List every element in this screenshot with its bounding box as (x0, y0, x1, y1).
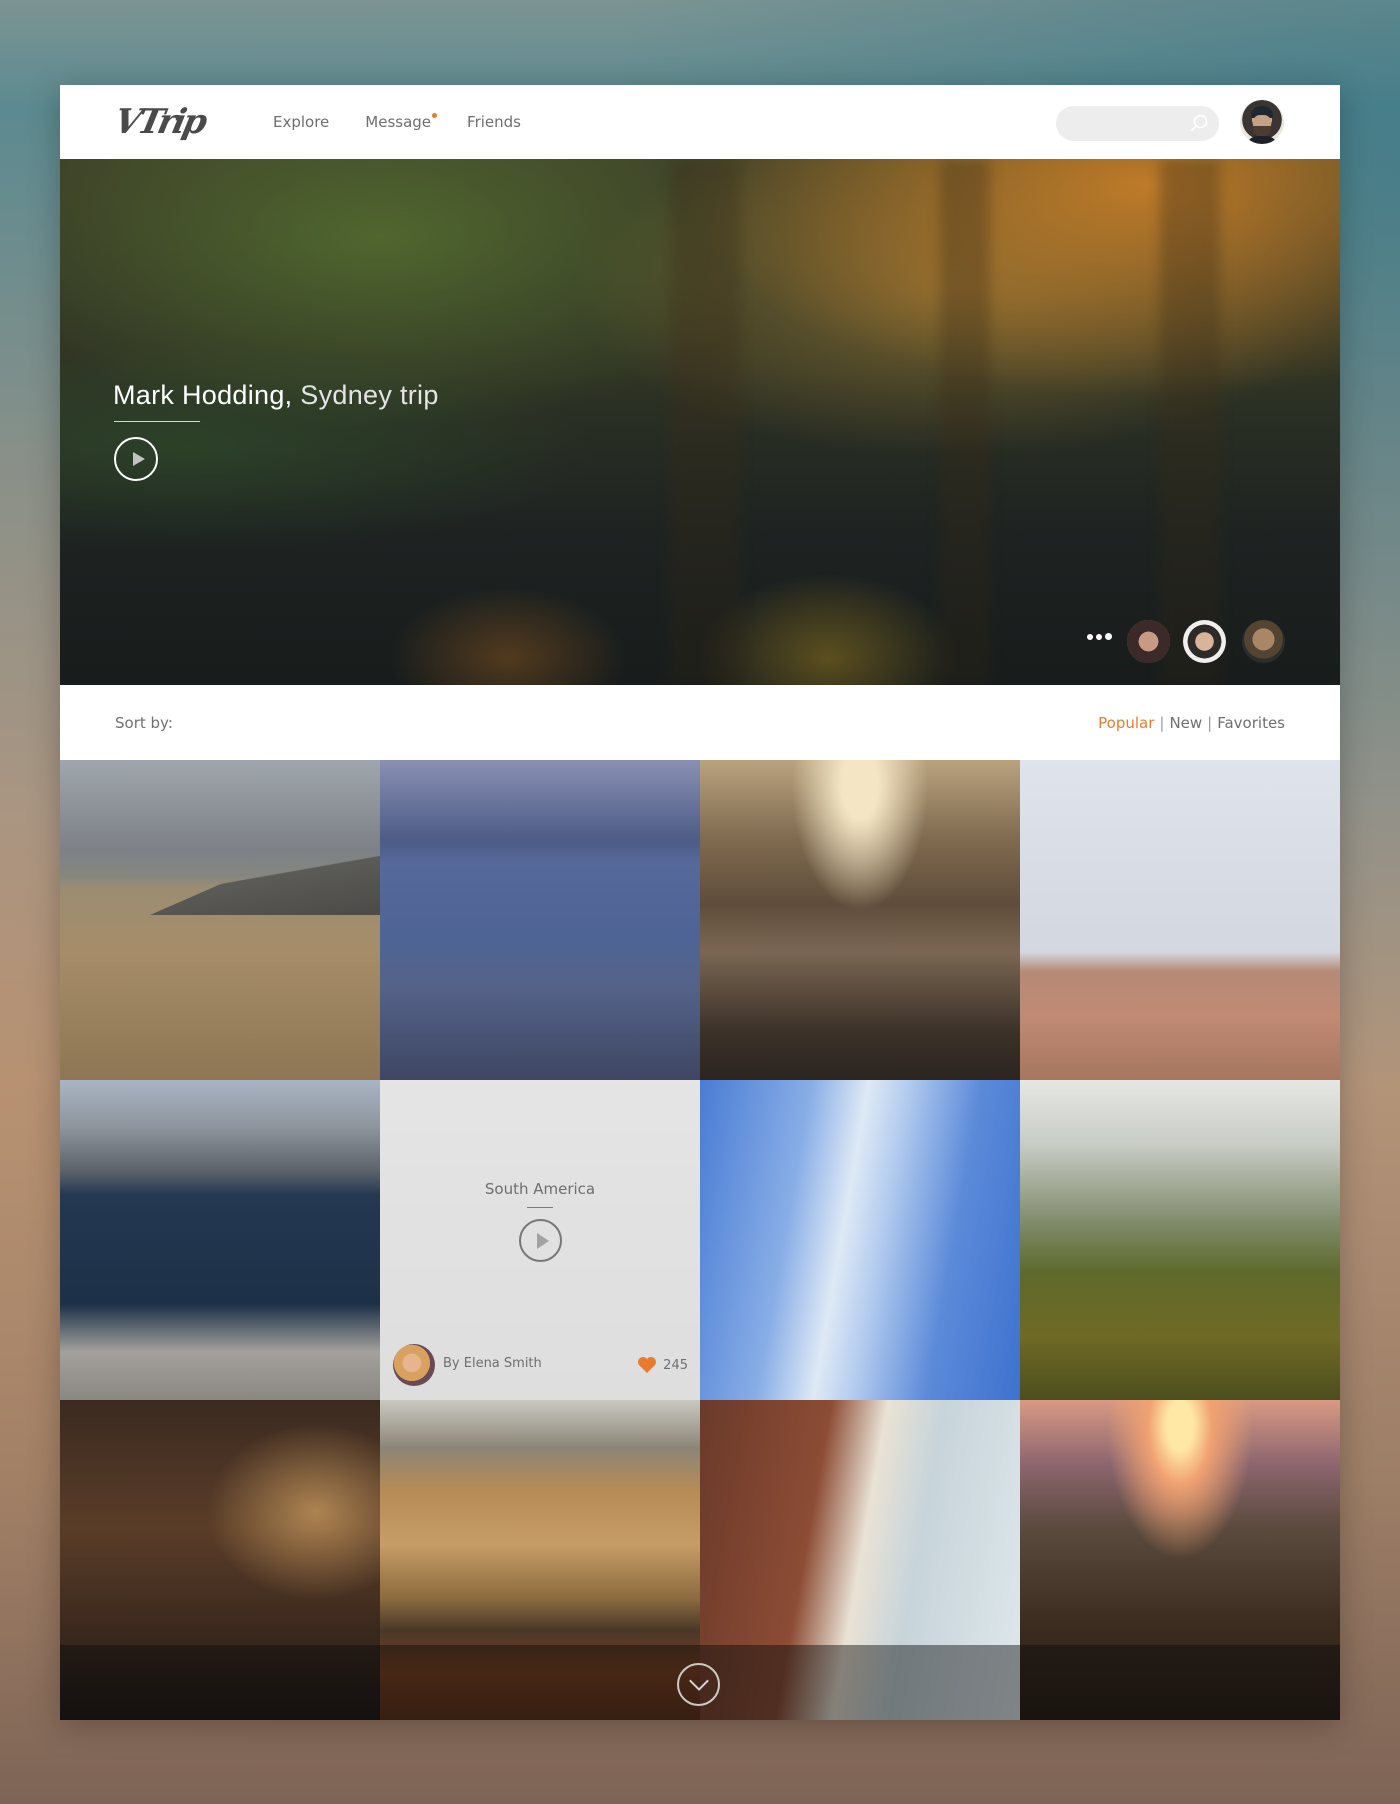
bottom-shade (700, 1645, 1020, 1720)
photo-tile[interactable] (380, 1400, 700, 1720)
sort-separator: | (1159, 713, 1165, 732)
heart-icon (638, 1357, 657, 1373)
bottom-shade (60, 1645, 380, 1720)
search-icon[interactable] (1190, 114, 1208, 132)
photo-tile-hovered[interactable]: South America By Elena Smith 245 (380, 1080, 700, 1400)
photo-tile[interactable] (700, 1080, 1020, 1400)
sort-favorites[interactable]: Favorites (1217, 714, 1285, 732)
play-icon[interactable] (519, 1219, 562, 1262)
hero-banner: Mark Hodding, Sydney trip (60, 159, 1340, 685)
photo-tile[interactable] (1020, 1080, 1340, 1400)
notification-dot (432, 113, 438, 118)
sort-options: Popular | New | Favorites (1098, 714, 1285, 732)
bottom-shade (1020, 1645, 1340, 1720)
app-window: VTrip Explore Message Friends Mark Hoddi… (60, 85, 1340, 1720)
hero-shade (60, 159, 1340, 685)
friend-avatar-2[interactable] (1183, 620, 1226, 663)
author-name[interactable]: By Elena Smith (443, 1356, 542, 1371)
photo-tile[interactable] (60, 1400, 380, 1720)
nav-message[interactable]: Message (365, 113, 438, 131)
sort-separator: | (1207, 713, 1213, 732)
main-nav: Explore Message Friends (273, 113, 521, 131)
nav-message-label: Message (365, 113, 432, 131)
like-button[interactable]: 245 (637, 1356, 688, 1374)
top-navbar: VTrip Explore Message Friends (60, 85, 1340, 159)
photo-tile[interactable] (1020, 1400, 1340, 1720)
like-count: 245 (663, 1357, 688, 1373)
hero-title-underline (114, 421, 200, 422)
nav-friends-label: Friends (467, 113, 521, 131)
user-avatar[interactable] (1240, 100, 1284, 144)
author-avatar[interactable] (393, 1344, 435, 1386)
friend-avatar-3[interactable] (1242, 620, 1285, 663)
logo[interactable]: VTrip (111, 102, 250, 142)
nav-explore[interactable]: Explore (273, 113, 329, 131)
hero-author[interactable]: Mark Hodding, (113, 380, 292, 410)
nav-explore-label: Explore (273, 113, 330, 131)
more-dots-icon[interactable] (1087, 633, 1112, 640)
tile-title-underline (527, 1207, 553, 1208)
photo-tile[interactable] (380, 760, 700, 1080)
bottom-shade (380, 1645, 700, 1720)
hero-location: Sydney trip (300, 380, 439, 410)
sort-bar: Sort by: Popular | New | Favorites (60, 685, 1340, 760)
tile-title: South America (484, 1180, 596, 1198)
play-icon[interactable] (114, 437, 158, 481)
friend-avatar-1[interactable] (1127, 620, 1170, 663)
photo-grid: South America By Elena Smith 245 (60, 760, 1340, 1720)
photo-tile[interactable] (1020, 760, 1340, 1080)
sort-popular[interactable]: Popular (1098, 714, 1154, 732)
sort-new[interactable]: New (1169, 714, 1202, 732)
photo-tile[interactable] (60, 760, 380, 1080)
nav-friends[interactable]: Friends (467, 113, 521, 131)
hero-title: Mark Hodding, Sydney trip (113, 380, 439, 411)
photo-tile[interactable] (700, 1400, 1020, 1720)
sort-label: Sort by: (115, 713, 173, 732)
photo-tile[interactable] (700, 760, 1020, 1080)
photo-tile[interactable] (60, 1080, 380, 1400)
chevron-down-icon[interactable] (677, 1663, 720, 1706)
